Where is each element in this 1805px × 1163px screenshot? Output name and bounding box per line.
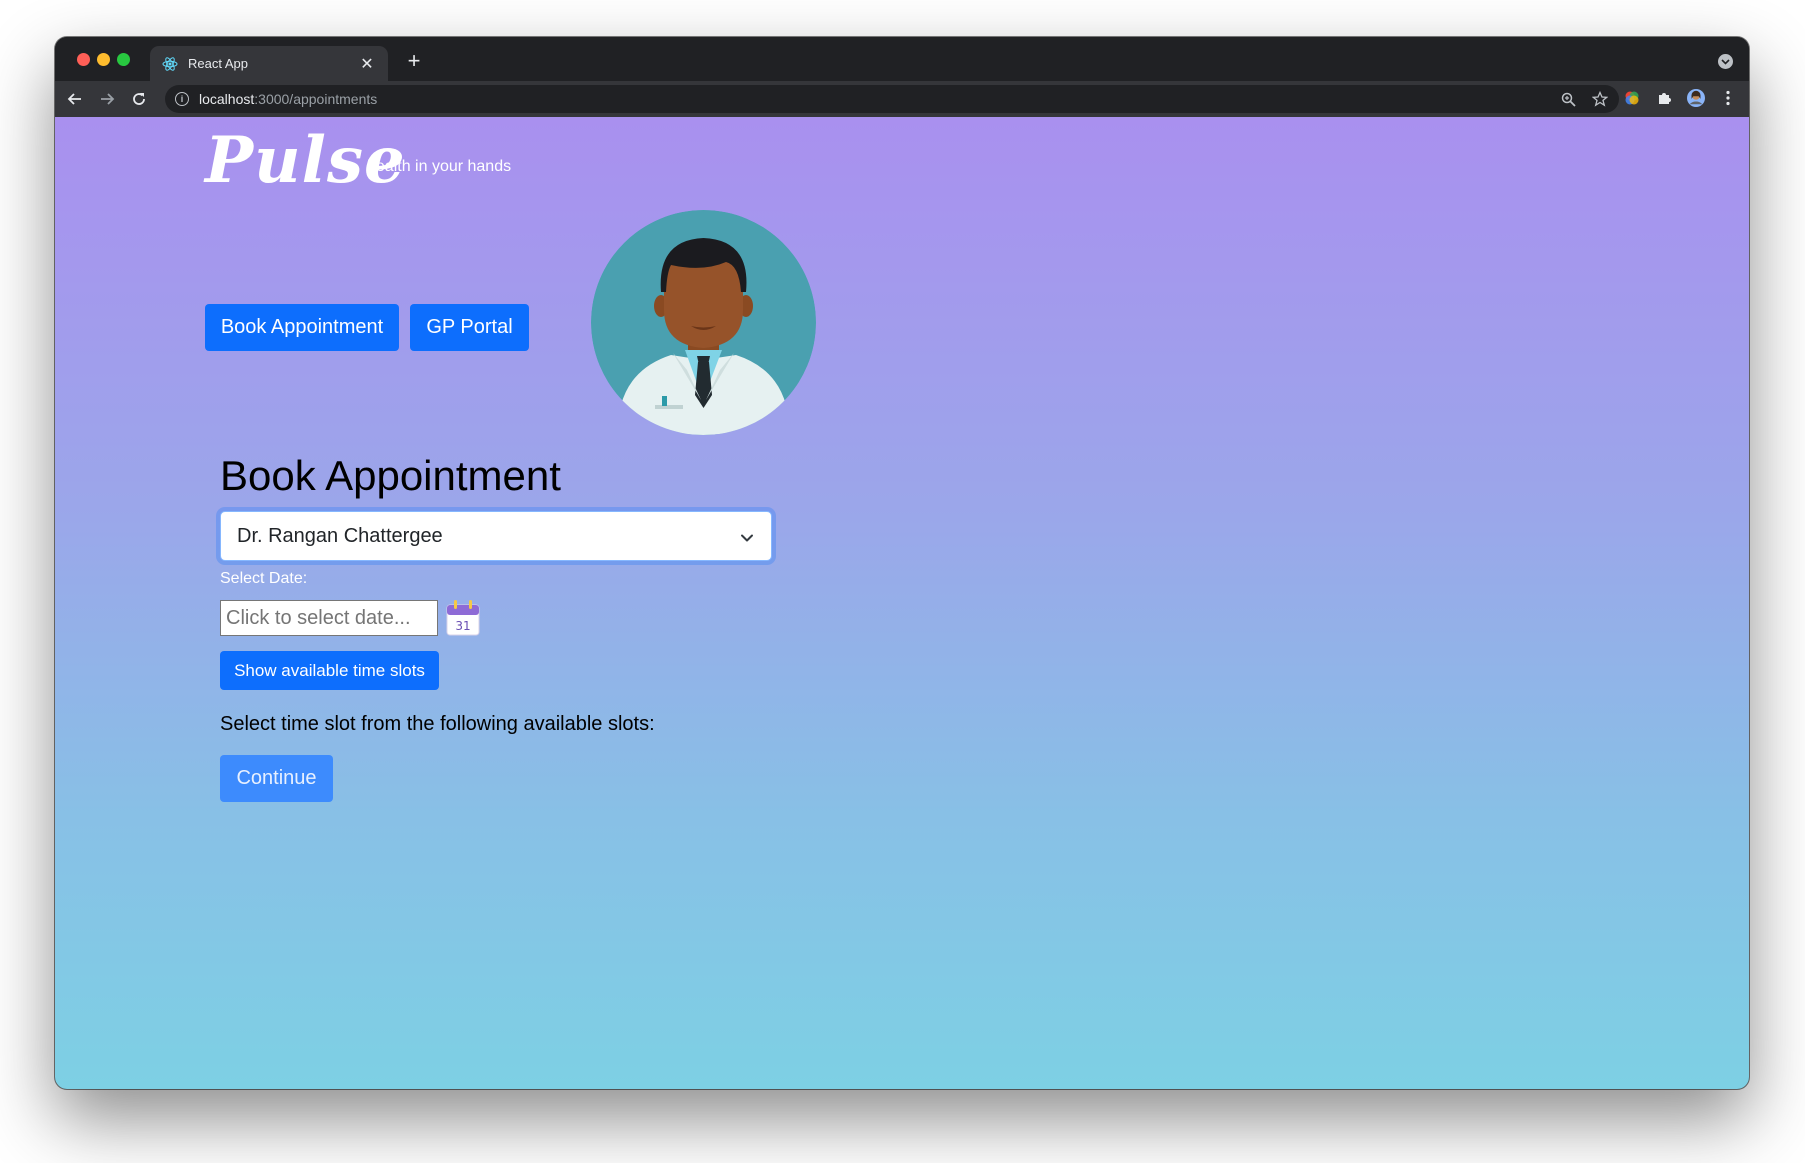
date-input[interactable]: Click to select date... — [220, 600, 438, 636]
tab-strip: React App ✕ + — [55, 37, 1749, 81]
page-content: Pulse health in your hands Book Appointm… — [55, 117, 1749, 1089]
gp-portal-nav-button[interactable]: GP Portal — [410, 304, 529, 351]
url-path: :3000/appointments — [254, 91, 378, 107]
site-info-icon[interactable]: i — [175, 92, 189, 106]
address-bar[interactable]: i localhost :3000/appointments — [165, 85, 1619, 113]
doctor-select-value: Dr. Rangan Chattergee — [237, 524, 443, 547]
date-label: Select Date: — [220, 570, 308, 587]
url-host: localhost — [199, 91, 255, 107]
time-slots-prompt: Select time slot from the following avai… — [220, 713, 655, 735]
color-extension-icon[interactable] — [1623, 89, 1641, 107]
tab-title: React App — [188, 56, 248, 71]
calendar-day: 31 — [455, 619, 470, 633]
chevron-down-icon — [739, 529, 755, 545]
bookmark-star-icon[interactable] — [1591, 90, 1609, 108]
extensions-puzzle-icon[interactable] — [1655, 89, 1673, 107]
page-title: Book Appointment — [220, 452, 561, 499]
browser-window: React App ✕ + i localhost :3000/appointm… — [55, 37, 1749, 1089]
maximize-window-button[interactable] — [117, 53, 130, 66]
calendar-icon[interactable]: 31 — [445, 599, 481, 637]
minimize-window-button[interactable] — [97, 53, 110, 66]
forward-icon[interactable] — [95, 87, 119, 111]
book-appointment-nav-button[interactable]: Book Appointment — [205, 304, 399, 351]
close-window-button[interactable] — [77, 53, 90, 66]
profile-avatar[interactable] — [1687, 89, 1705, 107]
back-icon[interactable] — [63, 87, 87, 111]
tab-search-icon[interactable] — [1718, 54, 1733, 69]
browser-tab[interactable]: React App ✕ — [150, 46, 388, 81]
browser-toolbar: i localhost :3000/appointments — [55, 81, 1749, 117]
new-tab-button[interactable]: + — [401, 49, 427, 75]
reload-icon[interactable] — [127, 87, 151, 111]
kebab-menu-icon[interactable] — [1719, 89, 1737, 107]
zoom-icon[interactable] — [1559, 90, 1577, 108]
app-tagline: health in your hands — [367, 158, 512, 175]
doctor-avatar — [591, 210, 816, 435]
doctor-select[interactable]: Dr. Rangan Chattergee — [220, 511, 772, 561]
react-icon — [162, 56, 178, 72]
tab-close-icon[interactable]: ✕ — [358, 54, 376, 74]
continue-button[interactable]: Continue — [220, 755, 333, 802]
show-time-slots-button[interactable]: Show available time slots — [220, 651, 439, 690]
